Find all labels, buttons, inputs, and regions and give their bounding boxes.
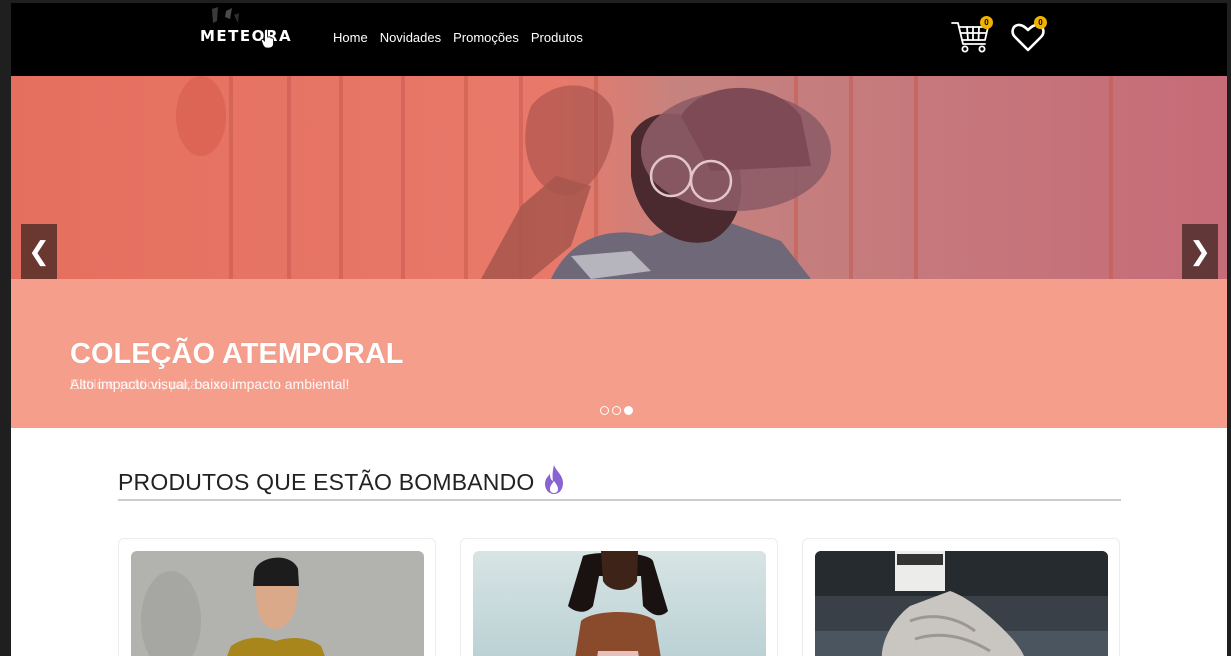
nav-link-home[interactable]: Home (333, 30, 368, 45)
product-card[interactable] (802, 538, 1120, 656)
logo[interactable]: METEORA (200, 27, 292, 45)
navbar: METEORA Home Novidades Promoções Produto… (11, 3, 1227, 76)
carousel-indicators (600, 406, 633, 415)
hero-subtitle: Alto impacto visual, baixo impacto ambie… (70, 376, 350, 392)
nav-link-promocoes[interactable]: Promoções (453, 30, 519, 45)
product-card[interactable] (118, 538, 436, 656)
section-title: PRODUTOS QUE ESTÃO BOMBANDO (118, 469, 535, 495)
product-card[interactable] (460, 538, 778, 656)
fire-icon (545, 465, 563, 494)
carousel-prev-button[interactable]: ❮ (21, 224, 57, 279)
hero-carousel: ❮ ❯ COLEÇÃO ATEMPORAL Estilo e prático, … (11, 76, 1227, 428)
carousel-next-button[interactable]: ❯ (1182, 224, 1218, 279)
nav-link-novidades[interactable]: Novidades (380, 30, 441, 45)
browser-viewport: METEORA Home Novidades Promoções Produto… (11, 3, 1227, 656)
product-image (131, 551, 424, 656)
wishlist-count-badge: 0 (1034, 16, 1047, 29)
carousel-dot-2[interactable] (612, 406, 621, 415)
carousel-dot-3[interactable] (624, 406, 633, 415)
hero-title: COLEÇÃO ATEMPORAL (70, 338, 404, 370)
logo-glitch-decoration (212, 7, 239, 23)
hero-banner-image (11, 76, 1227, 279)
section-divider (118, 499, 1121, 501)
product-image (815, 551, 1108, 656)
cart-count-badge: 0 (980, 16, 993, 29)
nav-link-produtos[interactable]: Produtos (531, 30, 583, 45)
hand-cursor-icon (261, 29, 274, 49)
product-image (473, 551, 766, 656)
main-nav: Home Novidades Promoções Produtos (333, 30, 583, 45)
carousel-dot-1[interactable] (600, 406, 609, 415)
